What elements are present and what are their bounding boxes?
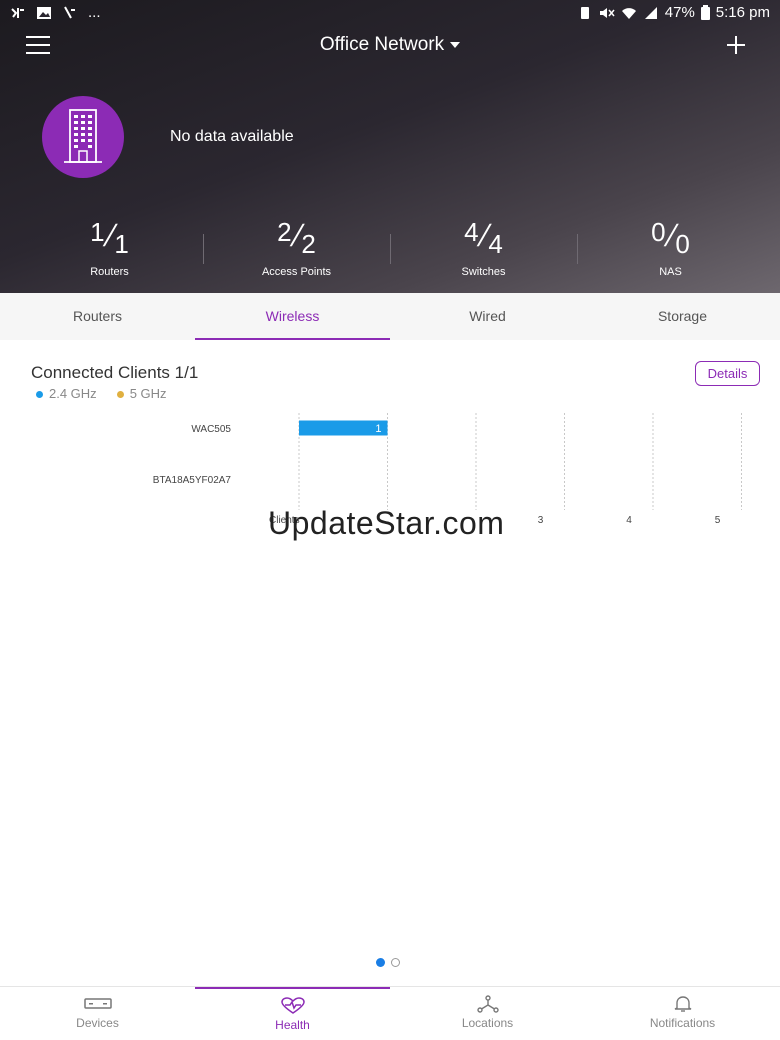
chart-bar-label: 1 — [375, 423, 381, 435]
connected-clients-title: Connected Clients 1/1 — [31, 363, 199, 382]
chart-tick-label: 3 — [538, 515, 544, 526]
clock: 5:16 pm — [715, 4, 770, 21]
chart-legend: 2.4 GHz 5 GHz — [36, 386, 167, 401]
status-bar: ... 47% 5:16 pm — [0, 0, 780, 26]
network-selector[interactable]: Office Network — [0, 34, 780, 56]
legend-label: 5 GHz — [129, 386, 167, 401]
page-dot-active[interactable] — [376, 958, 385, 967]
missed-call-icon — [64, 6, 75, 18]
bottom-navigation: Devices Health Locations Notifications — [0, 986, 780, 1040]
locations-icon — [476, 995, 499, 1013]
stat-nas[interactable]: 0/0 NAS — [573, 217, 768, 278]
nav-label: Devices — [76, 1016, 119, 1030]
stat-total: 1 — [114, 229, 129, 259]
chart-category-label: WAC505 — [191, 424, 231, 435]
summary-message: No data available — [170, 128, 294, 145]
chart-tick-label: 4 — [626, 515, 632, 526]
legend-dot-5ghz — [116, 391, 124, 399]
nav-label: Health — [275, 1018, 310, 1032]
category-tabs: Routers Wireless Wired Storage — [0, 293, 780, 340]
device-stats: 1/1 Routers 2/2 Access Points 4/4 Switch… — [0, 217, 780, 280]
caret-down-icon — [450, 41, 461, 48]
signal-icon — [644, 6, 657, 19]
devices-icon — [83, 998, 112, 1009]
legend-item-24ghz: 2.4 GHz — [36, 386, 97, 401]
stat-total: 4 — [488, 229, 503, 259]
mute-icon — [599, 7, 615, 18]
watermark: UpdateStar.com — [268, 505, 505, 541]
wifi-icon — [621, 7, 636, 19]
notifications-icon — [674, 996, 691, 1012]
stat-label: NAS — [659, 266, 682, 278]
tab-wired[interactable]: Wired — [390, 293, 585, 340]
battery-percent: 47% — [664, 4, 695, 21]
battery-icon — [700, 5, 710, 20]
legend-item-5ghz: 5 GHz — [116, 386, 167, 401]
building-icon — [64, 109, 102, 163]
nav-label: Notifications — [649, 1016, 716, 1030]
nav-notifications[interactable]: Notifications — [585, 987, 780, 1040]
stat-routers[interactable]: 1/1 Routers — [12, 217, 207, 278]
nav-devices[interactable]: Devices — [0, 987, 195, 1040]
add-icon[interactable] — [726, 32, 746, 58]
health-icon — [280, 997, 305, 1014]
stat-online: 4 — [464, 217, 479, 247]
legend-dot-24ghz — [36, 391, 43, 399]
app-bar: Office Network — [0, 26, 780, 66]
battery-saver-icon — [580, 6, 589, 19]
chart-bar — [299, 420, 388, 436]
stat-switches[interactable]: 4/4 Switches — [386, 217, 581, 278]
details-button[interactable]: Details — [695, 361, 760, 386]
notification-app-icon — [11, 7, 24, 18]
page-dot[interactable] — [391, 958, 400, 967]
building-avatar — [42, 96, 124, 178]
nav-health[interactable]: Health — [195, 987, 390, 1040]
stat-label: Switches — [461, 266, 506, 278]
tab-storage[interactable]: Storage — [585, 293, 780, 340]
stat-online: 0 — [651, 217, 666, 247]
network-name: Office Network — [319, 34, 445, 55]
chart-category-label: BTA18A5YF02A7 — [153, 475, 232, 486]
nav-locations[interactable]: Locations — [390, 987, 585, 1040]
stat-label: Routers — [90, 266, 129, 278]
status-overflow: ... — [88, 4, 101, 21]
stat-online: 2 — [277, 217, 292, 247]
gallery-icon — [37, 6, 51, 19]
stat-access-points[interactable]: 2/2 Access Points — [199, 217, 394, 278]
tab-wireless[interactable]: Wireless — [195, 293, 390, 340]
chart-tick-label: 5 — [715, 515, 721, 526]
tab-routers[interactable]: Routers — [0, 293, 195, 340]
page-indicator — [376, 958, 400, 967]
nav-label: Locations — [461, 1016, 514, 1030]
legend-label: 2.4 GHz — [49, 386, 97, 401]
stat-total: 0 — [675, 229, 690, 259]
stat-label: Access Points — [261, 266, 332, 278]
stat-total: 2 — [301, 229, 316, 259]
network-header: ... 47% 5:16 pm Office Network No data a… — [0, 0, 780, 293]
stat-online: 1 — [90, 217, 105, 247]
